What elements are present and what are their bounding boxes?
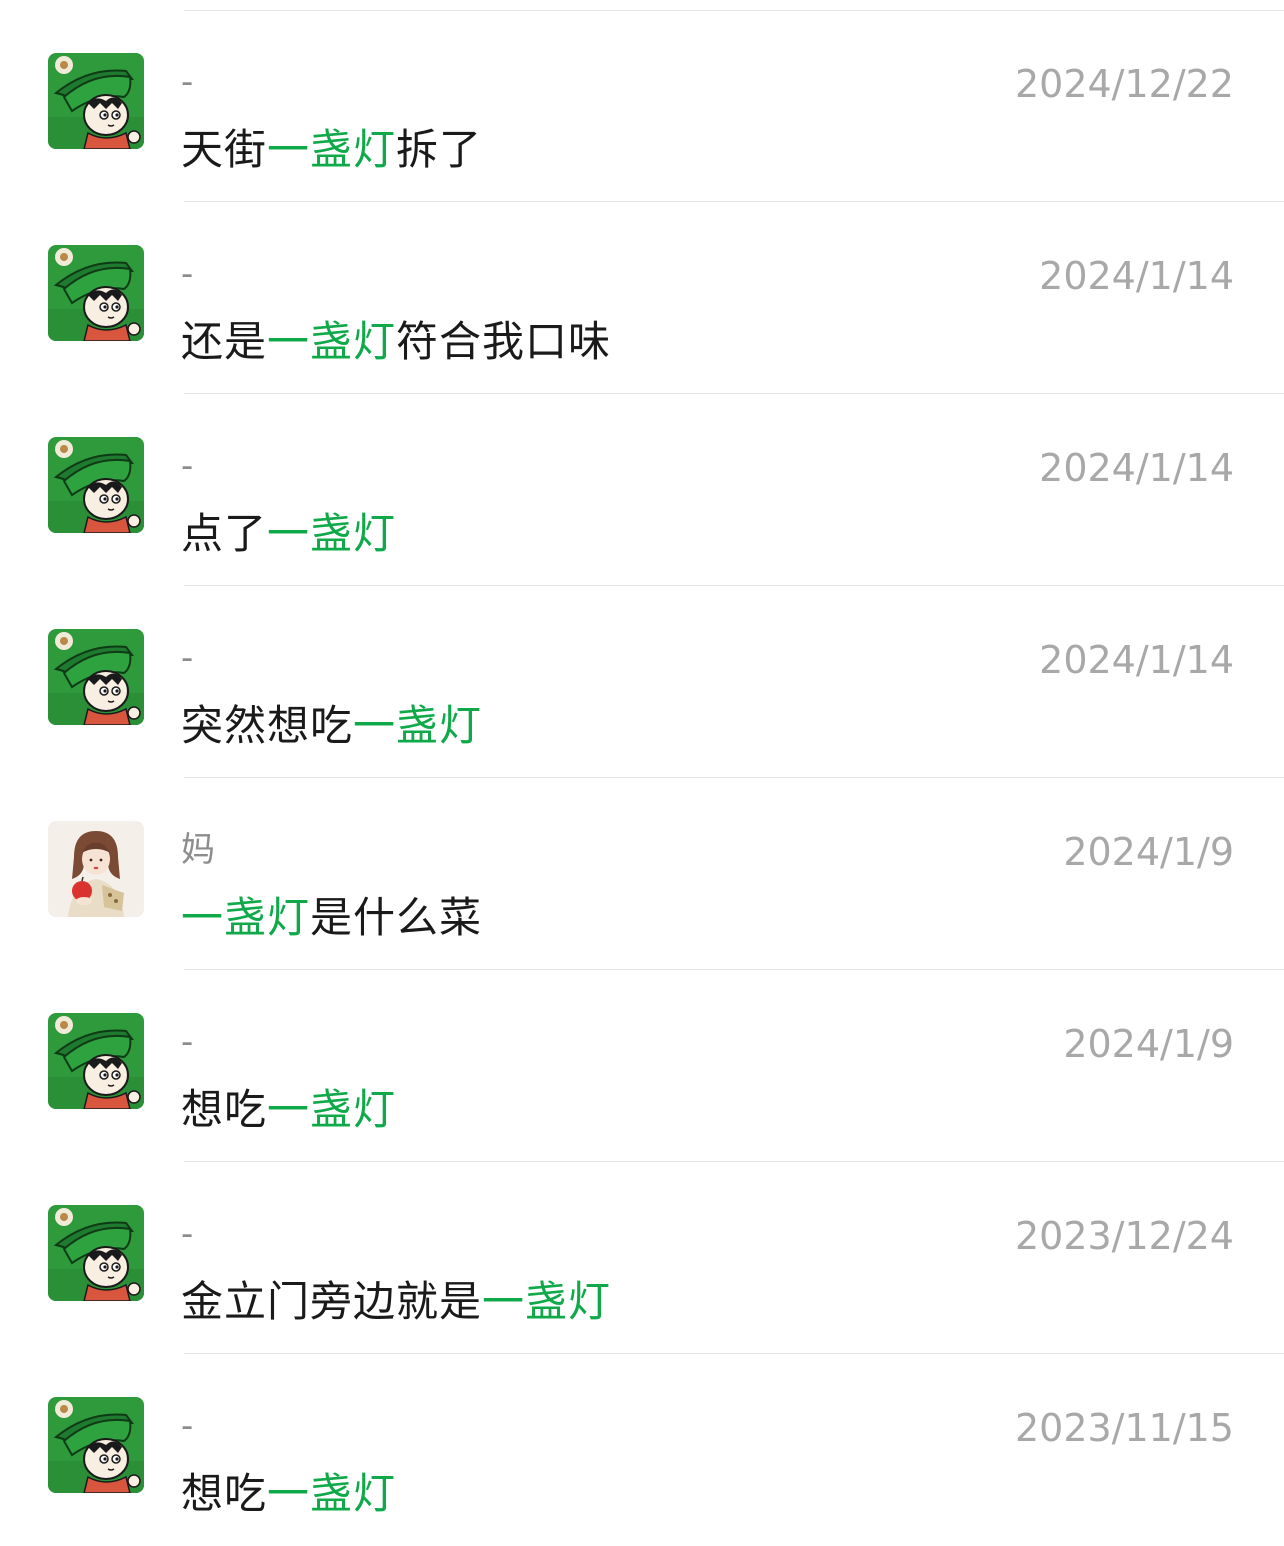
cartoon-boy-green-hat-avatar-icon [48, 1205, 144, 1301]
sender-name: - [181, 446, 194, 486]
message-text: 天街一盏灯拆了 [181, 124, 482, 176]
avatar[interactable] [48, 437, 144, 533]
avatar[interactable] [48, 245, 144, 341]
illustrated-girl-apple-avatar-icon [48, 821, 144, 917]
message-text-before: 金立门旁边就是 [181, 1277, 483, 1326]
sender-name: - [181, 62, 194, 102]
keyword-highlight: 一盏灯 [482, 1277, 612, 1326]
keyword-highlight: 一盏灯 [181, 893, 311, 942]
search-result-item[interactable]: - 2024/1/9 想吃一盏灯 [0, 970, 1284, 1162]
avatar[interactable] [48, 53, 144, 149]
message-text-after: 拆了 [396, 125, 483, 174]
search-result-item[interactable]: - 2023/12/24 金立门旁边就是一盏灯 [0, 1162, 1284, 1354]
cartoon-boy-green-hat-avatar-icon [48, 629, 144, 725]
keyword-highlight: 一盏灯 [267, 317, 397, 366]
avatar[interactable] [48, 821, 144, 917]
sender-name: - [181, 638, 194, 678]
message-text: 金立门旁边就是一盏灯 [181, 1276, 611, 1328]
message-text: 想吃一盏灯 [181, 1468, 396, 1520]
message-text-before: 天街 [181, 125, 268, 174]
search-result-item[interactable]: - 2024/1/14 还是一盏灯符合我口味 [0, 202, 1284, 394]
sender-name: 妈 [181, 830, 215, 870]
search-result-item[interactable]: - 2024/1/14 点了一盏灯 [0, 394, 1284, 586]
message-date: 2024/12/22 [1014, 62, 1234, 106]
cartoon-boy-green-hat-avatar-icon [48, 1013, 144, 1109]
message-text-after: 是什么菜 [310, 893, 483, 942]
message-text-before: 想吃 [181, 1085, 268, 1134]
search-result-item[interactable]: - 2023/11/15 想吃一盏灯 [0, 1354, 1284, 1546]
cartoon-boy-green-hat-avatar-icon [48, 245, 144, 341]
message-date: 2024/1/14 [1039, 446, 1234, 490]
cartoon-boy-green-hat-avatar-icon [48, 1397, 144, 1493]
avatar[interactable] [48, 629, 144, 725]
message-date: 2024/1/9 [1063, 1022, 1234, 1066]
message-text: 一盏灯是什么菜 [181, 892, 482, 944]
sender-name: - [181, 1214, 194, 1254]
message-text-before: 还是 [181, 317, 268, 366]
avatar[interactable] [48, 1205, 144, 1301]
cartoon-boy-green-hat-avatar-icon [48, 437, 144, 533]
message-date: 2024/1/9 [1063, 830, 1234, 874]
message-date: 2023/12/24 [1014, 1214, 1234, 1258]
keyword-highlight: 一盏灯 [353, 701, 483, 750]
sender-name: - [181, 1022, 194, 1062]
message-text: 突然想吃一盏灯 [181, 700, 482, 752]
message-date: 2024/1/14 [1039, 638, 1234, 682]
message-text: 想吃一盏灯 [181, 1084, 396, 1136]
search-result-item[interactable]: 妈 2024/1/9 一盏灯是什么菜 [0, 778, 1284, 970]
avatar[interactable] [48, 1397, 144, 1493]
keyword-highlight: 一盏灯 [267, 509, 397, 558]
message-text: 点了一盏灯 [181, 508, 396, 560]
message-text-before: 突然想吃 [181, 701, 354, 750]
keyword-highlight: 一盏灯 [267, 1469, 397, 1518]
message-date: 2024/1/14 [1039, 254, 1234, 298]
message-text-before: 想吃 [181, 1469, 268, 1518]
sender-name: - [181, 254, 194, 294]
sender-name: - [181, 1406, 194, 1446]
message-text-before: 点了 [181, 509, 268, 558]
keyword-highlight: 一盏灯 [267, 1085, 397, 1134]
search-result-item[interactable]: - 2024/1/14 突然想吃一盏灯 [0, 586, 1284, 778]
search-result-item[interactable]: - 2024/12/22 天街一盏灯拆了 [0, 10, 1284, 202]
cartoon-boy-green-hat-avatar-icon [48, 53, 144, 149]
keyword-highlight: 一盏灯 [267, 125, 397, 174]
message-text: 还是一盏灯符合我口味 [181, 316, 611, 368]
avatar[interactable] [48, 1013, 144, 1109]
message-date: 2023/11/15 [1014, 1406, 1234, 1450]
message-text-after: 符合我口味 [396, 317, 612, 366]
